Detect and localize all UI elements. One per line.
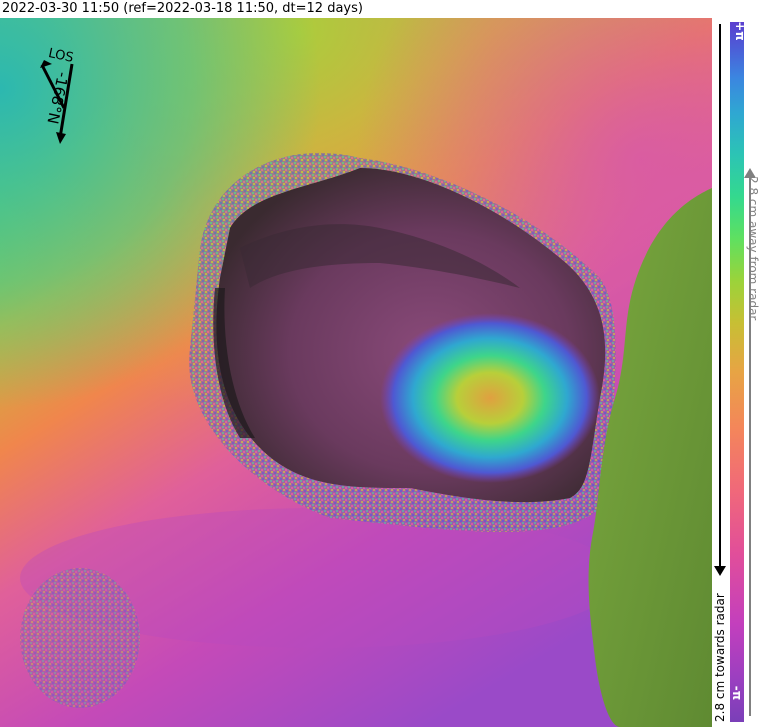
southwest-noise-patch (20, 568, 140, 708)
uplift-fringe-pattern (380, 313, 600, 483)
phase-colorbar (730, 22, 744, 722)
interferogram-page: 2022-03-30 11:50 (ref=2022-03-18 11:50, … (0, 0, 764, 727)
toward-radar-arrowhead (714, 566, 726, 576)
away-radar-label: 2.8 cm away from radar (746, 176, 760, 321)
map-title: 2022-03-30 11:50 (ref=2022-03-18 11:50, … (2, 1, 363, 16)
toward-radar-label: 2.8 cm towards radar (713, 593, 727, 722)
colorbar-min-label: -π (730, 685, 745, 701)
colorbar-max-label: +π (732, 21, 747, 41)
heading-arrowhead (56, 132, 66, 144)
toward-radar-line (719, 24, 721, 569)
